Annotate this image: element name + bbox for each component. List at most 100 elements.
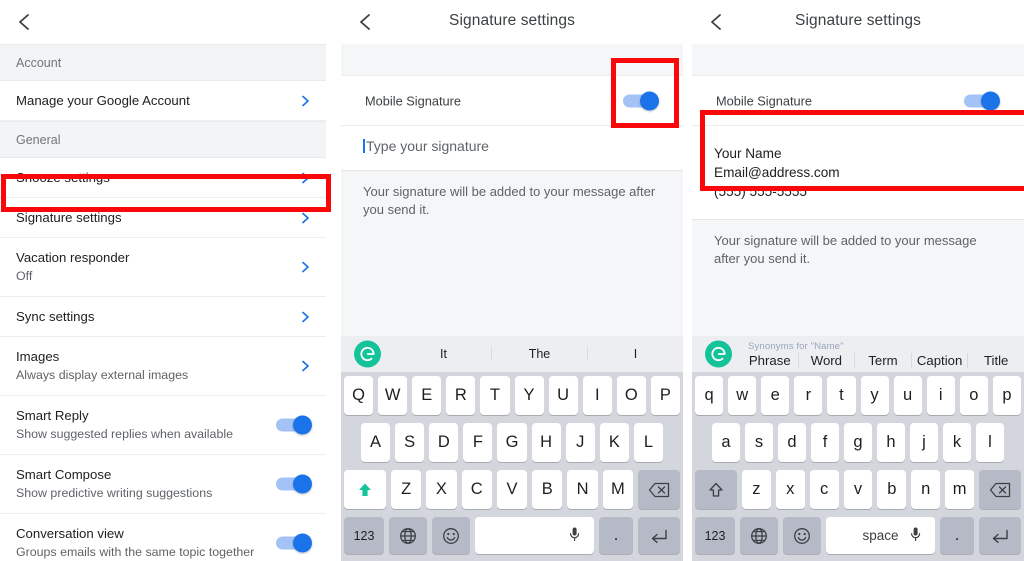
backspace-icon[interactable] bbox=[637, 470, 680, 509]
chevron-right-icon bbox=[299, 360, 312, 373]
key-s[interactable]: S bbox=[395, 423, 425, 462]
backspace-icon[interactable] bbox=[979, 470, 1022, 509]
key-e[interactable]: E bbox=[412, 376, 442, 415]
key-numbers[interactable]: 123 bbox=[344, 517, 384, 554]
key-q[interactable]: Q bbox=[344, 376, 374, 415]
key-c[interactable]: C bbox=[461, 470, 492, 509]
key-period[interactable]: . bbox=[940, 517, 974, 554]
suggestion-item[interactable]: I bbox=[587, 347, 683, 361]
globe-icon[interactable] bbox=[389, 517, 427, 554]
emoji-smiley-icon[interactable] bbox=[783, 517, 821, 554]
synonym-item[interactable]: Phrase bbox=[742, 353, 798, 368]
settings-row-manage-google-account[interactable]: Manage your Google Account bbox=[0, 81, 326, 121]
key-a[interactable]: A bbox=[361, 423, 391, 462]
suggestion-item[interactable]: It bbox=[396, 347, 491, 361]
row-title: Manage your Google Account bbox=[16, 93, 190, 108]
toggle-conversation-view[interactable] bbox=[276, 533, 312, 553]
key-t[interactable]: T bbox=[480, 376, 510, 415]
synonym-item[interactable]: Word bbox=[797, 352, 855, 368]
key-n[interactable]: n bbox=[911, 470, 941, 509]
key-f[interactable]: F bbox=[463, 423, 493, 462]
microphone-icon[interactable] bbox=[910, 526, 921, 545]
key-i[interactable]: I bbox=[582, 376, 612, 415]
shift-up-outline-icon[interactable] bbox=[695, 470, 737, 509]
key-k[interactable]: k bbox=[943, 423, 971, 462]
key-z[interactable]: z bbox=[742, 470, 771, 509]
key-y[interactable]: Y bbox=[514, 376, 544, 415]
toggle-smart-reply[interactable] bbox=[276, 415, 312, 435]
synonym-item[interactable]: Term bbox=[854, 352, 911, 368]
key-d[interactable]: d bbox=[778, 423, 806, 462]
key-w[interactable]: W bbox=[378, 376, 408, 415]
settings-row-conversation-view[interactable]: Conversation view Groups emails with the… bbox=[0, 514, 326, 561]
key-u[interactable]: U bbox=[548, 376, 578, 415]
settings-row-images[interactable]: Images Always display external images bbox=[0, 337, 326, 396]
key-x[interactable]: X bbox=[426, 470, 457, 509]
synonym-item[interactable]: Title bbox=[967, 352, 1024, 368]
suggestion-words: It The I bbox=[396, 347, 683, 361]
key-x[interactable]: x bbox=[775, 470, 805, 509]
keyboard-row-1: Q W E R T Y U I O P bbox=[341, 372, 683, 419]
key-p[interactable]: p bbox=[992, 376, 1021, 415]
microphone-icon[interactable] bbox=[569, 526, 580, 545]
synonym-item[interactable]: Caption bbox=[910, 352, 968, 368]
key-n[interactable]: N bbox=[567, 470, 598, 509]
key-j[interactable]: j bbox=[910, 423, 938, 462]
key-w[interactable]: w bbox=[728, 376, 757, 415]
key-q[interactable]: q bbox=[695, 376, 724, 415]
toggle-mobile-signature[interactable] bbox=[964, 91, 1000, 110]
panel2-filler bbox=[341, 233, 683, 343]
panel3-keyboard: Synonyms for "Name" Phrase Word Term Cap… bbox=[692, 336, 1024, 561]
key-l[interactable]: L bbox=[633, 423, 663, 462]
key-p[interactable]: P bbox=[650, 376, 680, 415]
back-arrow-icon[interactable] bbox=[14, 11, 36, 33]
settings-row-vacation-responder[interactable]: Vacation responder Off bbox=[0, 238, 326, 297]
key-s[interactable]: s bbox=[745, 423, 773, 462]
settings-row-smart-compose[interactable]: Smart Compose Show predictive writing su… bbox=[0, 455, 326, 514]
key-m[interactable]: M bbox=[602, 470, 633, 509]
key-d[interactable]: D bbox=[429, 423, 459, 462]
key-g[interactable]: g bbox=[844, 423, 872, 462]
shift-up-arrow-icon[interactable] bbox=[344, 470, 387, 509]
key-o[interactable]: O bbox=[616, 376, 646, 415]
settings-row-smart-reply[interactable]: Smart Reply Show suggested replies when … bbox=[0, 396, 326, 455]
key-h[interactable]: H bbox=[531, 423, 561, 462]
emoji-smiley-icon[interactable] bbox=[432, 517, 470, 554]
key-t[interactable]: t bbox=[827, 376, 856, 415]
key-j[interactable]: J bbox=[565, 423, 595, 462]
key-k[interactable]: K bbox=[599, 423, 629, 462]
key-a[interactable]: a bbox=[712, 423, 740, 462]
key-v[interactable]: V bbox=[496, 470, 528, 509]
key-numbers[interactable]: 123 bbox=[695, 517, 735, 554]
key-r[interactable]: R bbox=[446, 376, 476, 415]
key-o[interactable]: o bbox=[959, 376, 988, 415]
key-l[interactable]: l bbox=[976, 423, 1004, 462]
suggestion-item[interactable]: The bbox=[491, 347, 587, 361]
key-g[interactable]: G bbox=[497, 423, 527, 462]
grammarly-logo-icon[interactable] bbox=[705, 340, 732, 368]
key-h[interactable]: h bbox=[877, 423, 905, 462]
key-b[interactable]: B bbox=[532, 470, 563, 509]
toggle-smart-compose[interactable] bbox=[276, 474, 312, 494]
key-r[interactable]: r bbox=[794, 376, 823, 415]
key-v[interactable]: v bbox=[843, 470, 873, 509]
signature-input-field[interactable]: Type your signature bbox=[341, 126, 683, 171]
key-f[interactable]: f bbox=[811, 423, 839, 462]
key-period[interactable]: . bbox=[599, 517, 633, 554]
key-e[interactable]: e bbox=[761, 376, 790, 415]
globe-icon[interactable] bbox=[740, 517, 778, 554]
grammarly-logo-icon[interactable] bbox=[354, 340, 381, 368]
spacebar[interactable] bbox=[475, 517, 594, 554]
key-i[interactable]: i bbox=[926, 376, 955, 415]
suggestion-bar: It The I bbox=[341, 336, 683, 372]
key-z[interactable]: Z bbox=[391, 470, 422, 509]
settings-row-sync-settings[interactable]: Sync settings bbox=[0, 297, 326, 337]
key-c[interactable]: c bbox=[809, 470, 839, 509]
key-y[interactable]: y bbox=[860, 376, 889, 415]
spacebar[interactable]: space bbox=[826, 517, 935, 554]
enter-return-icon[interactable] bbox=[979, 517, 1021, 554]
enter-return-icon[interactable] bbox=[638, 517, 680, 554]
key-m[interactable]: m bbox=[945, 470, 975, 509]
key-b[interactable]: b bbox=[877, 470, 907, 509]
key-u[interactable]: u bbox=[893, 376, 922, 415]
